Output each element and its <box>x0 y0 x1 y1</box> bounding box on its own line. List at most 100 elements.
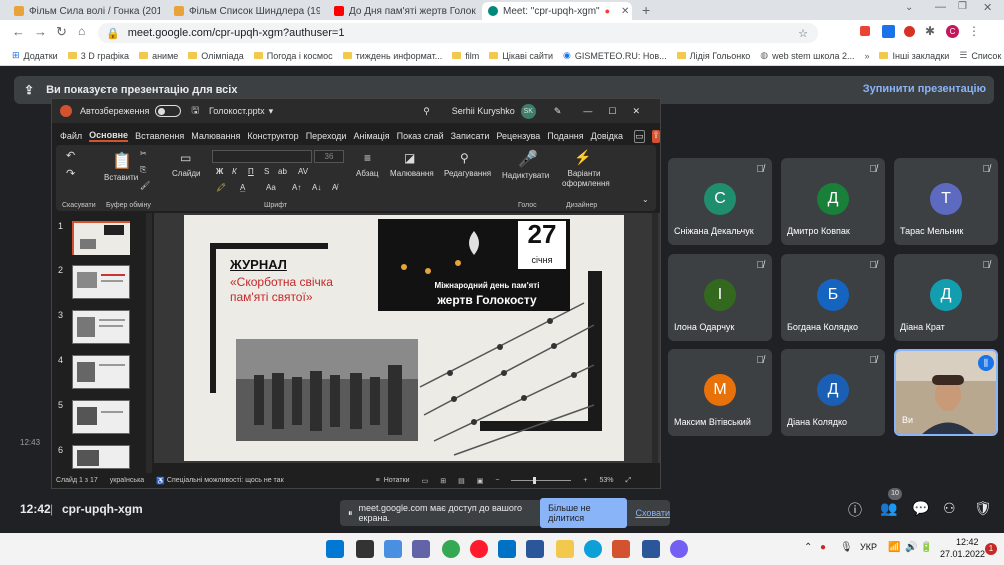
font-size-field[interactable]: 36 <box>314 150 344 163</box>
strikethrough-icon[interactable]: ab <box>278 167 287 176</box>
sorter-view-icon[interactable]: ⊞ <box>440 477 446 485</box>
tab-file[interactable]: Файл <box>60 131 82 141</box>
maximize-icon[interactable]: ❐ <box>958 1 967 12</box>
activities-icon[interactable]: ⚇ <box>943 500 956 517</box>
keyboard-language[interactable]: УКР <box>860 542 877 552</box>
chrome-icon[interactable] <box>442 540 460 558</box>
font-color-icon[interactable]: A <box>240 183 245 192</box>
opera-icon[interactable] <box>470 540 488 558</box>
browser-tab-active[interactable]: Meet: "cpr-upqh-xgm" ● ✕ <box>482 2 632 20</box>
slide-thumbnail[interactable] <box>72 221 130 255</box>
people-icon[interactable]: 👥 <box>880 500 897 517</box>
tab-design[interactable]: Конструктор <box>247 131 298 141</box>
slide-thumbnail[interactable] <box>72 355 130 389</box>
minimize-icon[interactable]: — <box>583 106 592 116</box>
autosave-toggle[interactable] <box>155 105 182 117</box>
bookmark-item[interactable]: Олімпіада <box>188 51 244 61</box>
designer-button[interactable]: Варіанти оформлення <box>562 169 610 189</box>
calculator-icon[interactable] <box>526 540 544 558</box>
thumbnails-scrollbar[interactable] <box>146 213 152 473</box>
zoom-in-icon[interactable]: + <box>583 477 587 484</box>
bookmark-item[interactable]: ⊞ Додатки <box>12 50 58 61</box>
forward-icon[interactable]: → <box>34 24 47 39</box>
slide-canvas[interactable]: ЖУРНАЛ «Скорботна свічка пам'яті святої»… <box>184 215 624 461</box>
microphone-icon[interactable]: 🎤 <box>518 149 538 169</box>
participant-tile[interactable]: 🎙̸ М Максим Вітівський <box>668 349 772 436</box>
tray-chevron-icon[interactable]: ⌃ <box>804 542 812 553</box>
file-name[interactable]: Голокост.pptx <box>209 106 265 116</box>
back-icon[interactable]: ← <box>12 24 25 39</box>
participant-tile[interactable]: 🎙̸ Б Богдана Колядко <box>781 254 885 341</box>
bookmark-star-icon[interactable]: ☆ <box>798 27 808 40</box>
bookmark-item[interactable]: Погода і космос <box>253 51 333 61</box>
tab-review[interactable]: Рецензува <box>496 131 540 141</box>
extension-icon[interactable] <box>860 26 870 36</box>
home-icon[interactable]: ⌂ <box>78 24 85 38</box>
slides-icon[interactable]: ▭ <box>180 151 191 165</box>
zoom-level[interactable]: 53% <box>600 477 614 484</box>
shadow-icon[interactable]: S <box>264 167 269 176</box>
hide-toast-link[interactable]: Сховати <box>635 508 670 518</box>
volume-icon[interactable]: 🔊 <box>905 542 917 553</box>
cut-icon[interactable]: ✂ <box>140 149 147 158</box>
teams-icon[interactable] <box>412 540 430 558</box>
notification-badge[interactable]: 1 <box>985 543 997 555</box>
bold-icon[interactable]: Ж <box>216 167 223 176</box>
accessibility-status[interactable]: Спеціальні можливості: щось не так <box>167 477 284 484</box>
paragraph-button[interactable]: Абзац <box>356 169 378 178</box>
language[interactable]: українська <box>110 477 144 484</box>
shapes-icon[interactable]: ◪ <box>404 151 415 165</box>
minimize-icon[interactable]: — <box>935 1 946 13</box>
task-view-icon[interactable] <box>384 540 402 558</box>
font-name-field[interactable] <box>212 150 312 163</box>
browser-tab[interactable]: До Дня пам'яті жертв Голокост ✕ <box>328 2 476 20</box>
bookmark-item[interactable]: тиждень информат... <box>342 51 442 61</box>
close-icon[interactable]: ✕ <box>621 6 629 17</box>
paragraph-icon[interactable]: ≡ <box>364 151 371 165</box>
notes-button[interactable]: Нотатки <box>384 477 410 484</box>
slide-thumbnail[interactable] <box>72 445 130 469</box>
search-icon[interactable] <box>356 540 374 558</box>
menu-dots-icon[interactable]: ⋮ <box>968 24 980 38</box>
bookmark-item[interactable]: аниме <box>139 51 178 61</box>
clock-date[interactable]: 27.01.2022 <box>940 549 985 559</box>
char-spacing-icon[interactable]: AV <box>298 167 308 176</box>
extension-new-icon[interactable] <box>882 25 895 38</box>
font-shrink-icon[interactable]: A↓ <box>312 183 321 192</box>
bookmark-item[interactable]: Інші закладки <box>879 51 949 61</box>
tab-search-icon[interactable]: ⌄ <box>905 2 913 13</box>
italic-icon[interactable]: К <box>232 167 237 176</box>
ribbon-collapse-icon[interactable]: ⌄ <box>642 195 649 204</box>
tab-draw[interactable]: Малювання <box>191 131 240 141</box>
participant-tile[interactable]: 🎙̸ Т Тарас Мельник <box>894 158 998 245</box>
tray-mic-icon[interactable]: 🎙 <box>840 542 853 553</box>
undo-icon[interactable]: ↶ <box>66 149 75 162</box>
mail-icon[interactable] <box>498 540 516 558</box>
address-bar[interactable]: 🔒 meet.google.com/cpr-upqh-xgm?authuser=… <box>98 23 818 43</box>
comments-icon[interactable]: ▭ <box>634 129 645 143</box>
notes-icon[interactable]: ≡ <box>376 477 380 484</box>
participant-tile[interactable]: 🎙̸ Д Дмитро Ковпак <box>781 158 885 245</box>
bookmark-item[interactable]: Лідія Гольонко <box>676 51 750 61</box>
drawing-button[interactable]: Малювання <box>390 169 434 178</box>
bookmark-item[interactable]: film <box>452 51 479 61</box>
tab-record[interactable]: Записати <box>451 131 490 141</box>
slides-button[interactable]: Слайди <box>172 169 201 178</box>
bookmark-item[interactable]: 3 D графіка <box>67 51 129 61</box>
slide-scrollbar[interactable] <box>652 213 658 463</box>
tab-home[interactable]: Основне <box>89 130 129 142</box>
paste-icon[interactable]: 📋 <box>112 151 132 171</box>
chevron-down-icon[interactable]: ▾ <box>269 106 274 117</box>
edge-icon[interactable] <box>584 540 602 558</box>
share-icon[interactable]: ⇪ <box>652 129 660 143</box>
tab-insert[interactable]: Вставлення <box>135 131 184 141</box>
tab-animations[interactable]: Анімація <box>353 131 389 141</box>
highlight-icon[interactable]: 🖍 <box>216 183 226 192</box>
editing-button[interactable]: Редагування <box>444 169 491 178</box>
reading-list[interactable]: ☰Список читання <box>959 50 1004 61</box>
powerpoint-taskbar-icon[interactable] <box>612 540 630 558</box>
tab-view[interactable]: Подання <box>547 131 583 141</box>
tab-help[interactable]: Довідка <box>591 131 623 141</box>
dictate-button[interactable]: Надиктувати <box>502 171 549 180</box>
profile-avatar[interactable]: C <box>946 25 959 38</box>
